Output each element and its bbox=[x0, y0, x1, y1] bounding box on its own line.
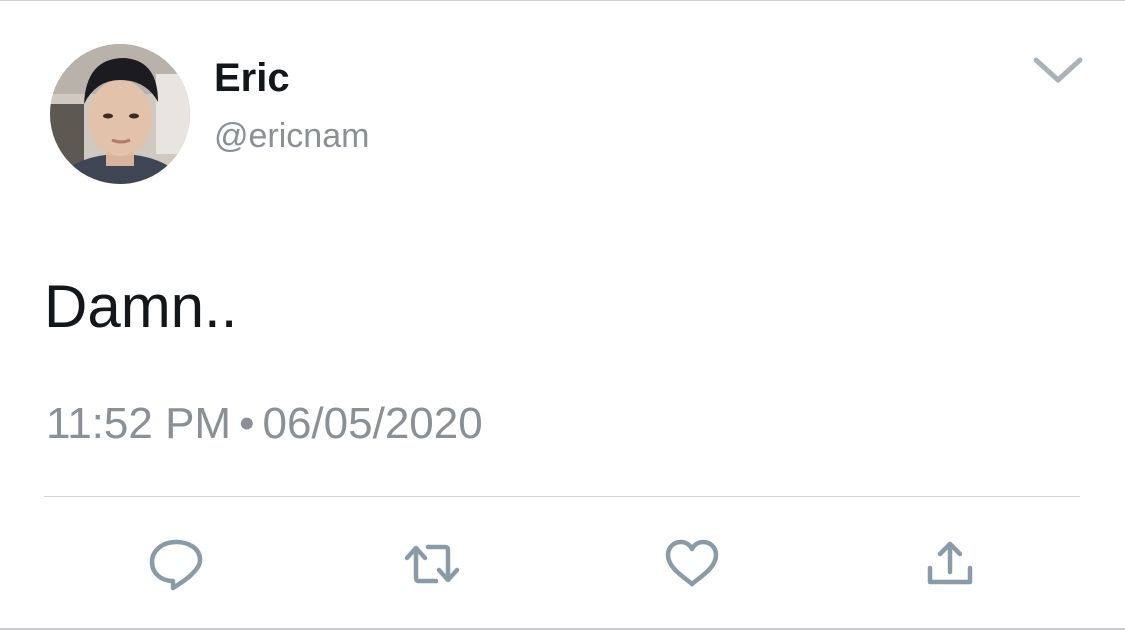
share-icon bbox=[927, 541, 973, 585]
tweet-date: 06/05/2020 bbox=[262, 399, 483, 448]
timestamp[interactable]: 11:52 PM • 06/05/2020 bbox=[46, 398, 483, 450]
divider bbox=[44, 496, 1080, 497]
reply-button[interactable] bbox=[146, 536, 206, 592]
timestamp-separator: • bbox=[239, 399, 255, 448]
top-border bbox=[0, 0, 1125, 1]
avatar-photo bbox=[50, 44, 190, 184]
tweet-text: Damn.. bbox=[44, 273, 238, 340]
share-button[interactable] bbox=[920, 536, 980, 592]
user-handle[interactable]: @ericnam bbox=[214, 116, 369, 156]
retweet-button[interactable] bbox=[402, 536, 462, 592]
avatar[interactable] bbox=[50, 44, 190, 184]
display-name[interactable]: Eric bbox=[214, 55, 290, 101]
like-button[interactable] bbox=[662, 536, 722, 592]
tweet-time: 11:52 PM bbox=[46, 399, 232, 448]
retweet-icon bbox=[404, 544, 460, 584]
reply-icon bbox=[149, 539, 203, 591]
heart-icon bbox=[665, 539, 719, 587]
chevron-down-icon[interactable] bbox=[1030, 52, 1086, 88]
